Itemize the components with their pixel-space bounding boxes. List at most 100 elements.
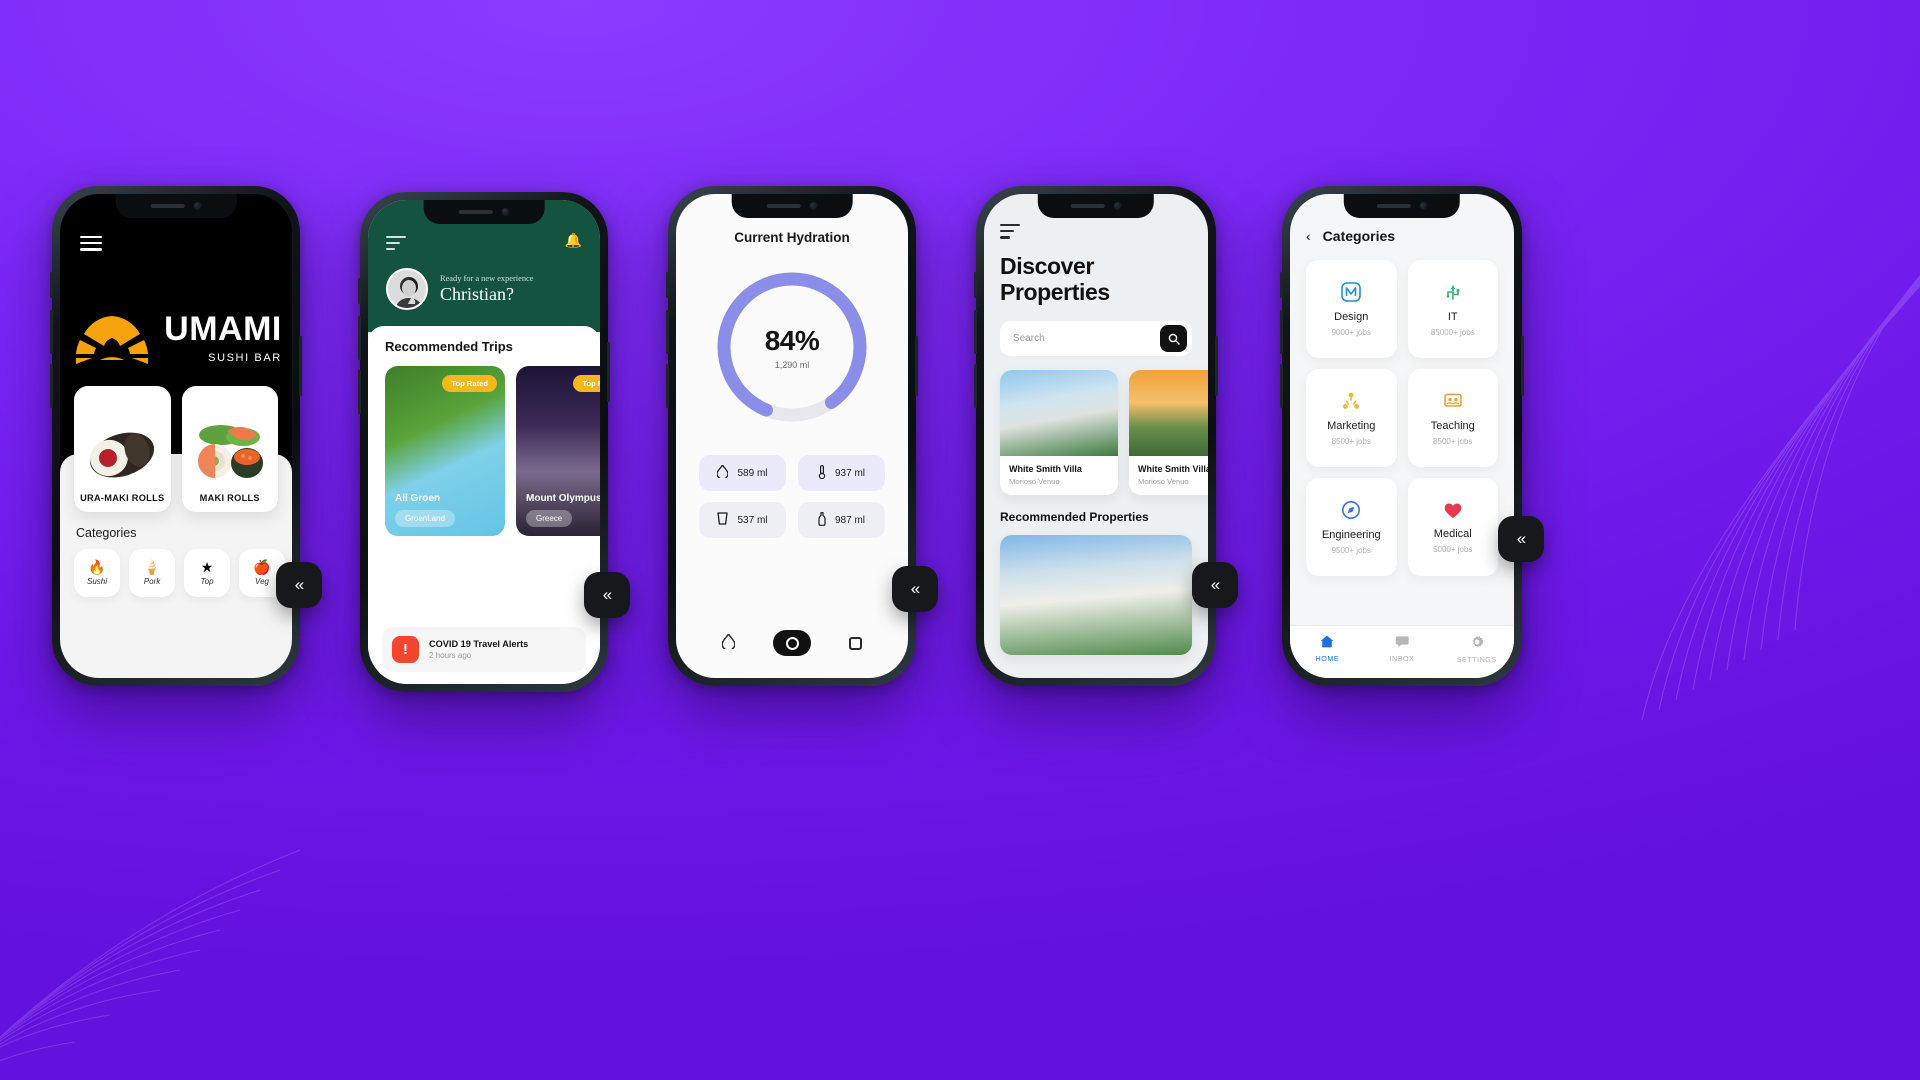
hydration-percent: 84%: [764, 324, 820, 356]
hamburger-icon[interactable]: [80, 236, 102, 255]
bell-icon[interactable]: 🔔: [565, 232, 582, 249]
page-title: Discover Properties: [1000, 253, 1192, 306]
category-chip-row[interactable]: 🔥 Sushi 🍦 Pork ★ Top 🍎 Veg: [74, 549, 285, 597]
alert-icon: !: [392, 636, 419, 663]
phone-mockup-umami: UMAMI SUSHI BAR URA-MAKI ROLLS MAKI ROLL…: [50, 186, 322, 686]
category-label: IT: [1447, 310, 1458, 323]
property-card[interactable]: White Smith Villa Morioso Venuo: [1000, 370, 1118, 496]
category-chip-pork[interactable]: 🍦 Pork: [129, 549, 175, 597]
nav-item-home[interactable]: HOME: [1290, 635, 1365, 664]
search-input[interactable]: Search: [1013, 333, 1154, 344]
side-button[interactable]: [666, 272, 669, 298]
collapse-button[interactable]: «: [892, 566, 938, 612]
trip-card-list: Top Rated All Groen GroenLand Top Rated …: [385, 366, 600, 536]
nav-item-inbox[interactable]: INBOX: [1365, 635, 1440, 664]
screen-umami: UMAMI SUSHI BAR URA-MAKI ROLLS MAKI ROLL…: [60, 194, 292, 678]
job-count: 8500+ jobs: [1331, 436, 1371, 446]
stop-nav-icon[interactable]: [849, 636, 862, 650]
dish-card[interactable]: URA-MAKI ROLLS: [74, 386, 171, 512]
stat-pill[interactable]: 589 ml: [699, 455, 786, 491]
page-title: Current Hydration: [734, 230, 850, 245]
umami-content-sheet: URA-MAKI ROLLS MAKI ROLLS Categories 🔥 S…: [60, 386, 292, 678]
dish-card[interactable]: MAKI ROLLS: [181, 386, 278, 512]
trip-location-chip: Greece: [526, 510, 573, 527]
volume-up-button[interactable]: [50, 310, 53, 354]
nav-label: INBOX: [1389, 654, 1415, 663]
collapse-button[interactable]: «: [584, 572, 630, 618]
nav-item-settings[interactable]: SETTINGS: [1439, 635, 1514, 664]
category-grid: Design 9000+ jobs IT 85000+ jobs Marketi…: [1290, 256, 1514, 576]
search-icon[interactable]: [1160, 325, 1187, 353]
category-card-engineering[interactable]: Engineering 9500+ jobs: [1306, 478, 1397, 576]
alert-timestamp: 2 hours ago: [429, 651, 472, 660]
volume-up-button[interactable]: [1280, 310, 1283, 354]
volume-down-button[interactable]: [974, 364, 977, 408]
category-card-design[interactable]: Design 9000+ jobs: [1306, 260, 1397, 358]
menu-icon[interactable]: [386, 236, 406, 254]
volume-up-button[interactable]: [974, 310, 977, 354]
stat-value: 537 ml: [737, 514, 768, 526]
property-card[interactable]: White Smith Villa Morioso Venuo: [1129, 370, 1208, 496]
notch: [1343, 194, 1461, 218]
notch: [423, 200, 545, 224]
bottom-nav: [676, 630, 908, 656]
menu-icon[interactable]: [1000, 224, 1020, 243]
user-greeting-block: Ready for a new experience Christian?: [386, 268, 582, 310]
volume-down-button[interactable]: [666, 364, 669, 408]
property-card-list: White Smith Villa Morioso Venuo White Sm…: [1000, 370, 1208, 496]
category-card-it[interactable]: IT 85000+ jobs: [1407, 260, 1498, 358]
volume-down-button[interactable]: [1280, 364, 1283, 408]
side-button[interactable]: [1280, 272, 1283, 298]
collapse-button[interactable]: «: [1498, 516, 1544, 562]
stat-pill[interactable]: 537 ml: [699, 502, 786, 538]
job-count: 9000+ jobs: [1331, 327, 1371, 337]
notch: [731, 194, 853, 218]
collapse-button[interactable]: «: [1192, 562, 1238, 608]
power-button[interactable]: [915, 336, 918, 396]
hydration-progress-ring: 84% 1,290 ml: [711, 266, 873, 428]
volume-down-button[interactable]: [50, 364, 53, 408]
earpiece-speaker: [1376, 204, 1411, 208]
stat-pill[interactable]: 987 ml: [798, 502, 885, 538]
power-button[interactable]: [1521, 336, 1524, 396]
heart-icon: [1443, 501, 1463, 523]
volume-down-button[interactable]: [358, 370, 361, 414]
side-button[interactable]: [50, 272, 53, 298]
status-badge: Top Rated: [573, 375, 600, 392]
gear-icon: [1470, 635, 1484, 652]
side-button[interactable]: [358, 278, 361, 304]
front-camera: [1419, 202, 1428, 210]
property-name: White Smith Villa: [1009, 464, 1082, 475]
nav-label: SETTINGS: [1456, 655, 1497, 664]
alert-item[interactable]: ! COVID 19 Travel Alerts 2 hours ago: [382, 627, 586, 672]
water-nav-icon[interactable]: [721, 632, 736, 652]
category-card-teaching[interactable]: Teaching 8500+ jobs: [1407, 369, 1498, 467]
power-button[interactable]: [607, 342, 610, 402]
volume-up-button[interactable]: [666, 310, 669, 354]
collapse-button[interactable]: «: [276, 562, 322, 608]
page-title: Categories: [1322, 228, 1396, 244]
trip-card[interactable]: Top Rated All Groen GroenLand: [385, 366, 505, 536]
trip-name: Mount Olympus: [526, 493, 600, 504]
category-card-marketing[interactable]: Marketing 8500+ jobs: [1306, 369, 1397, 467]
category-chip-sushi[interactable]: 🔥 Sushi: [74, 549, 120, 597]
stat-pill[interactable]: 937 ml: [798, 455, 885, 491]
front-camera: [1113, 202, 1122, 210]
category-card-medical[interactable]: Medical 5000+ jobs: [1407, 478, 1498, 576]
volume-up-button[interactable]: [358, 316, 361, 360]
back-icon[interactable]: ‹: [1306, 228, 1311, 244]
home-nav-button[interactable]: [773, 630, 811, 656]
notch: [1037, 194, 1155, 218]
trip-card[interactable]: Top Rated Mount Olympus Greece: [516, 366, 600, 536]
property-location: Morioso Venuo: [1009, 477, 1060, 487]
thermometer-icon: [818, 464, 826, 482]
side-button[interactable]: [974, 272, 977, 298]
power-button[interactable]: [1215, 336, 1218, 396]
design-icon: [1341, 281, 1362, 306]
avatar[interactable]: [386, 268, 428, 310]
power-button[interactable]: [299, 336, 302, 396]
category-chip-top[interactable]: ★ Top: [184, 549, 230, 597]
search-bar[interactable]: Search: [1000, 321, 1192, 357]
brand-title: UMAMI: [164, 310, 282, 348]
property-card-wide[interactable]: [1000, 535, 1192, 656]
